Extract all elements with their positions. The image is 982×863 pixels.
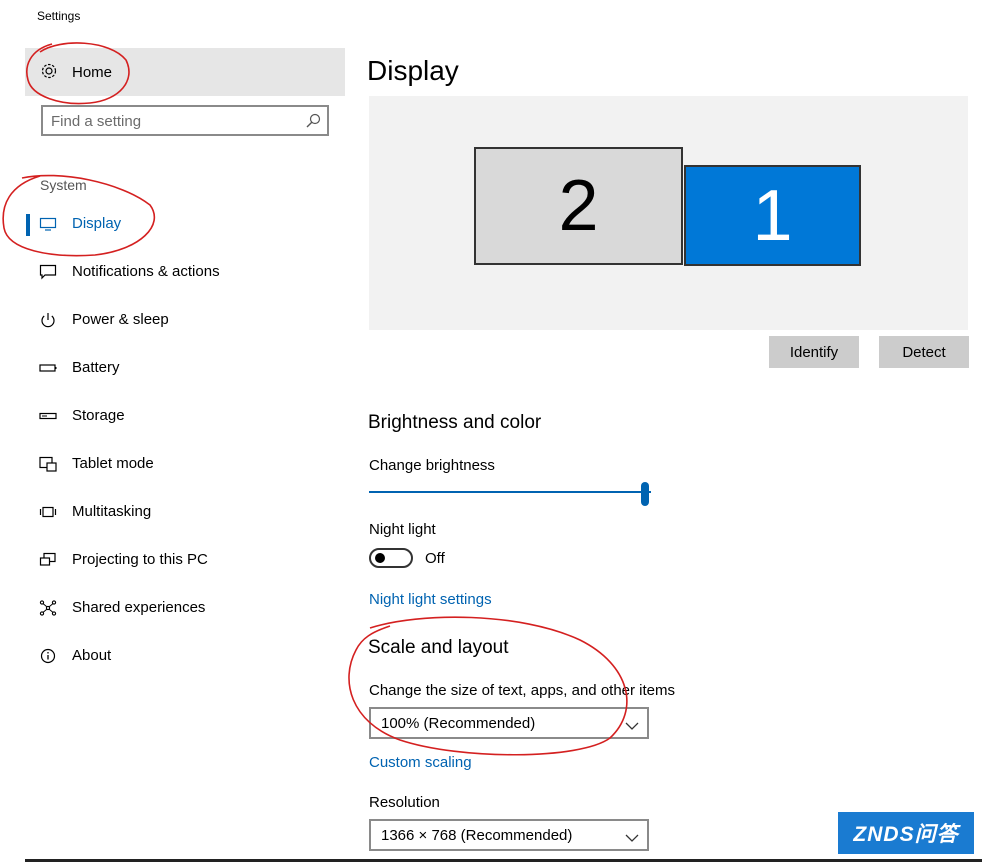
custom-scaling-link[interactable]: Custom scaling xyxy=(369,754,472,771)
multitasking-icon xyxy=(39,504,57,520)
sidebar-item-label: Projecting to this PC xyxy=(72,551,208,568)
gear-icon xyxy=(40,62,58,80)
speech-bubble-icon xyxy=(39,264,57,280)
sidebar-item-display[interactable]: Display xyxy=(25,204,345,244)
resolution-dropdown[interactable]: 1366 × 768 (Recommended) xyxy=(369,819,649,851)
night-light-settings-link[interactable]: Night light settings xyxy=(369,591,492,608)
resolution-value: 1366 × 768 (Recommended) xyxy=(381,827,572,844)
sidebar-item-shared-experiences[interactable]: Shared experiences xyxy=(25,588,345,628)
search-box[interactable] xyxy=(41,105,329,136)
slider-track xyxy=(369,491,651,493)
sidebar-item-multitasking[interactable]: Multitasking xyxy=(25,492,345,532)
battery-icon xyxy=(39,360,57,376)
resolution-label: Resolution xyxy=(369,794,440,811)
chevron-down-icon xyxy=(625,718,639,728)
night-light-state: Off xyxy=(425,550,445,567)
toggle-knob xyxy=(375,553,385,563)
home-nav-item[interactable]: Home xyxy=(25,48,345,96)
sidebar-item-battery[interactable]: Battery xyxy=(25,348,345,388)
chevron-down-icon xyxy=(625,830,639,840)
home-label: Home xyxy=(72,64,112,81)
sidebar-item-storage[interactable]: Storage xyxy=(25,396,345,436)
search-input[interactable] xyxy=(51,111,301,131)
search-icon[interactable] xyxy=(305,113,321,129)
sidebar-item-label: Tablet mode xyxy=(72,455,154,472)
active-indicator xyxy=(26,214,30,236)
monitor-arrangement-panel: 2 1 xyxy=(369,96,968,330)
size-label: Change the size of text, apps, and other… xyxy=(369,682,675,699)
brightness-slider[interactable] xyxy=(369,481,651,505)
sidebar-item-label: Power & sleep xyxy=(72,311,169,328)
monitor-2[interactable]: 2 xyxy=(474,147,683,265)
tablet-mode-icon xyxy=(39,456,57,472)
sidebar-item-power-sleep[interactable]: Power & sleep xyxy=(25,300,345,340)
sidebar-item-notifications[interactable]: Notifications & actions xyxy=(25,252,345,292)
page-title: Display xyxy=(367,55,459,87)
sidebar-item-label: Storage xyxy=(72,407,125,424)
info-icon xyxy=(39,648,57,664)
brightness-heading: Brightness and color xyxy=(368,412,541,434)
change-brightness-label: Change brightness xyxy=(369,457,495,474)
monitor-1[interactable]: 1 xyxy=(684,165,861,266)
shared-experiences-icon xyxy=(39,600,57,616)
projecting-icon xyxy=(39,552,57,568)
monitor-icon xyxy=(39,216,57,232)
watermark-logo: ZNDS问答 xyxy=(838,812,974,854)
night-light-toggle[interactable] xyxy=(369,548,413,568)
sidebar-item-projecting[interactable]: Projecting to this PC xyxy=(25,540,345,580)
sidebar-item-about[interactable]: About xyxy=(25,636,345,676)
monitor-number: 2 xyxy=(558,165,598,247)
detect-button[interactable]: Detect xyxy=(879,336,969,368)
sidebar-item-label: Multitasking xyxy=(72,503,151,520)
sidebar-item-label: Notifications & actions xyxy=(72,263,220,280)
slider-thumb[interactable] xyxy=(641,482,649,506)
sidebar-item-label: Shared experiences xyxy=(72,599,205,616)
sidebar-item-label: Battery xyxy=(72,359,120,376)
scale-heading: Scale and layout xyxy=(368,637,509,659)
storage-drive-icon xyxy=(39,408,57,424)
sidebar-item-tablet-mode[interactable]: Tablet mode xyxy=(25,444,345,484)
sidebar-item-label: About xyxy=(72,647,111,664)
night-light-label: Night light xyxy=(369,521,436,538)
bottom-divider xyxy=(25,859,982,862)
sidebar-item-label: Display xyxy=(72,215,121,232)
scale-value: 100% (Recommended) xyxy=(381,715,535,732)
section-label-system: System xyxy=(40,177,87,193)
power-icon xyxy=(39,312,57,328)
identify-button[interactable]: Identify xyxy=(769,336,859,368)
scale-dropdown[interactable]: 100% (Recommended) xyxy=(369,707,649,739)
monitor-number: 1 xyxy=(752,175,792,257)
app-title: Settings xyxy=(37,9,80,23)
